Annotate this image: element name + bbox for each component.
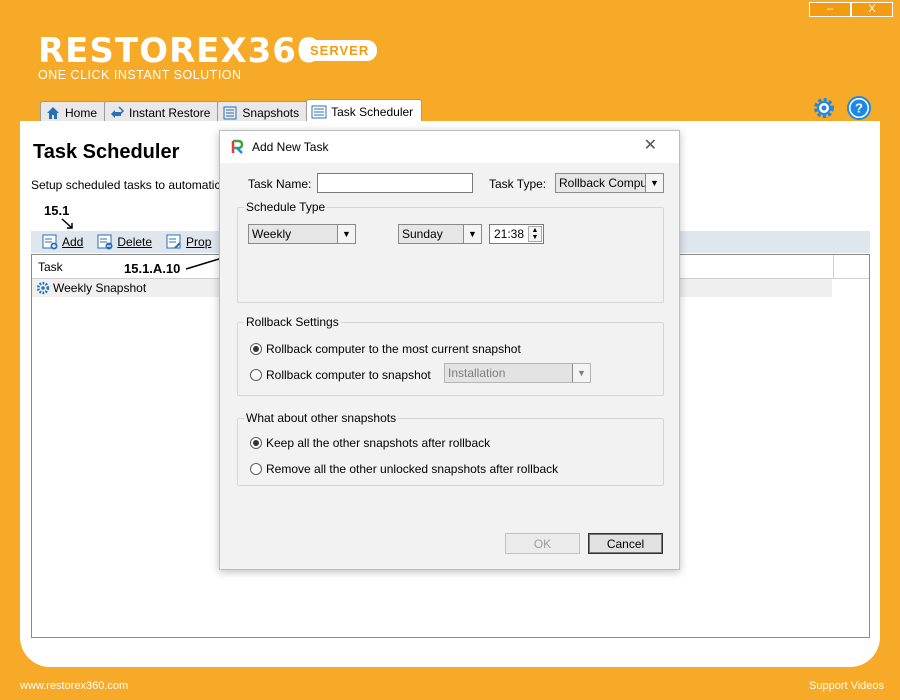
schedule-type-value: Weekly: [252, 227, 292, 241]
day-value: Sunday: [402, 227, 443, 241]
chevron-down-icon: ▼: [463, 225, 481, 243]
support-videos-link[interactable]: Support Videos: [809, 680, 884, 692]
rollback-snapshot-select: Installation ▼: [444, 363, 591, 383]
delete-task-icon: [97, 234, 113, 250]
rollback-snapshot-radio[interactable]: Rollback computer to snapshot: [250, 368, 431, 382]
rollback-snapshot-value: Installation: [448, 366, 506, 380]
chevron-down-icon: ▼: [645, 174, 663, 192]
tab-label: Snapshots: [242, 105, 300, 120]
radio-selected-icon: [250, 343, 262, 355]
rollback-current-radio[interactable]: Rollback computer to the most current sn…: [250, 342, 521, 356]
radio-selected-icon: [250, 437, 262, 449]
add-task-icon: [42, 234, 58, 250]
keep-snapshots-label: Keep all the other snapshots after rollb…: [266, 436, 491, 450]
close-window-button[interactable]: X: [851, 2, 893, 17]
main-tabs: Home Instant Restore Snapshots Task Sche…: [40, 99, 423, 123]
instant-restore-icon: [111, 105, 125, 118]
logo-title: RESTOREX360: [38, 31, 322, 71]
delete-button[interactable]: Delete: [97, 234, 152, 250]
dialog-close-button[interactable]: ✕: [644, 135, 657, 155]
task-name: Weekly Snapshot: [53, 281, 147, 295]
day-select[interactable]: Sunday ▼: [398, 224, 482, 244]
rollback-settings-group: Rollback Settings Rollback computer to t…: [237, 315, 664, 396]
logo-badge: SERVER: [302, 40, 378, 61]
rollback-snapshot-label: Rollback computer to snapshot: [266, 368, 431, 382]
annotation-field: 15.1.A.10: [124, 261, 181, 276]
tab-home[interactable]: Home: [40, 101, 107, 123]
keep-snapshots-radio[interactable]: Keep all the other snapshots after rollb…: [250, 436, 490, 450]
dialog-title: Add New Task: [252, 140, 329, 154]
remove-snapshots-label: Remove all the other unlocked snapshots …: [266, 462, 559, 476]
page-title: Task Scheduler: [33, 141, 180, 163]
time-stepper[interactable]: 21:38 ▲ ▼: [489, 224, 544, 244]
tab-label: Home: [65, 105, 98, 120]
rollback-current-label: Rollback computer to the most current sn…: [266, 342, 521, 356]
tab-snapshots[interactable]: Snapshots: [217, 101, 309, 123]
task-scheduler-icon: [311, 105, 327, 118]
gear-icon: [36, 281, 50, 295]
schedule-type-select[interactable]: Weekly ▼: [248, 224, 356, 244]
task-type-select[interactable]: Rollback Compute ▼: [555, 173, 664, 193]
delete-label: Delete: [117, 235, 153, 249]
radio-icon: [250, 369, 262, 381]
annotation-add: 15.1: [44, 203, 70, 218]
column-task[interactable]: Task: [38, 260, 63, 274]
add-button[interactable]: Add: [42, 234, 83, 250]
app-logo: RESTOREX360 SERVER ONE CLICK INSTANT SOL…: [38, 31, 378, 82]
tab-task-scheduler[interactable]: Task Scheduler: [306, 99, 423, 123]
radio-icon: [250, 463, 262, 475]
rollback-settings-title: Rollback Settings: [244, 315, 341, 329]
website-link[interactable]: www.restorex360.com: [20, 680, 128, 692]
schedule-type-group: Schedule Type Weekly ▼ Sunday ▼ 21:38 ▲ ▼: [237, 200, 664, 303]
home-icon: [47, 106, 59, 119]
cancel-button[interactable]: Cancel: [588, 533, 663, 554]
tab-instant-restore[interactable]: Instant Restore: [104, 101, 220, 123]
spin-arrows-icon[interactable]: ▲ ▼: [528, 226, 542, 242]
add-label: Add: [62, 235, 84, 249]
snapshots-icon: [223, 106, 237, 119]
tab-label: Task Scheduler: [331, 104, 414, 119]
add-new-task-dialog: Add New Task ✕ Task Name: Task Type: Rol…: [219, 130, 680, 570]
dialog-titlebar: Add New Task: [220, 131, 679, 163]
chevron-down-icon: ▼: [572, 364, 590, 382]
remove-snapshots-radio[interactable]: Remove all the other unlocked snapshots …: [250, 462, 558, 476]
ok-button[interactable]: OK: [505, 533, 580, 554]
minimize-button[interactable]: –: [809, 2, 851, 17]
tab-label: Instant Restore: [129, 105, 211, 120]
schedule-type-title: Schedule Type: [244, 200, 328, 214]
other-snapshots-group: What about other snapshots Keep all the …: [237, 411, 664, 486]
task-type-label: Task Type:: [489, 177, 547, 191]
properties-icon: [166, 234, 181, 249]
app-r-icon: [231, 139, 244, 154]
task-name-input[interactable]: [317, 173, 473, 193]
gear-icon[interactable]: [812, 96, 836, 120]
task-type-value: Rollback Compute: [559, 176, 658, 190]
help-icon[interactable]: ?: [847, 96, 871, 120]
task-name-label: Task Name:: [248, 177, 312, 191]
chevron-down-icon: ▼: [337, 225, 355, 243]
annotation-arrow-icon: [61, 218, 73, 229]
page-description: Setup scheduled tasks to automatically: [31, 178, 239, 192]
other-snapshots-title: What about other snapshots: [244, 411, 399, 425]
time-value: 21:38: [494, 227, 525, 241]
svg-text:?: ?: [855, 101, 863, 116]
